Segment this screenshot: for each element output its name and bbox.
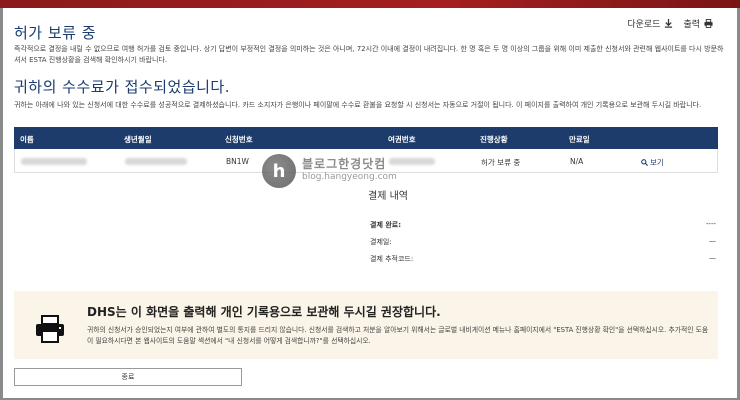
payment-row: 결제 추적코드: — bbox=[370, 254, 716, 264]
blog-watermark: h 블로그한경닷컴 blog.hangyeong.com bbox=[262, 154, 397, 188]
print-button[interactable]: 출력 bbox=[683, 17, 713, 30]
page-actions: 다운로드 출력 bbox=[627, 17, 713, 30]
col-passport: 여권번호 bbox=[388, 135, 416, 144]
col-status: 진행상황 bbox=[480, 135, 508, 144]
payment-row-value: ---- bbox=[705, 220, 716, 228]
print-icon bbox=[704, 19, 713, 28]
download-icon bbox=[665, 19, 673, 28]
search-icon bbox=[641, 159, 648, 166]
payment-row: 결제일: — bbox=[370, 237, 716, 247]
fee-notice: 귀하는 아래에 나와 있는 신청서에 대한 수수료를 성공적으로 결제하셨습니다… bbox=[14, 101, 702, 109]
cell-expiry: N/A bbox=[570, 157, 584, 166]
download-label: 다운로드 bbox=[627, 20, 661, 30]
watermark-logo: h bbox=[262, 154, 296, 188]
payment-details-title: 결제 내역 bbox=[368, 191, 408, 202]
dhs-text: 귀하의 신청서가 승인되었는지 여부에 관하여 별도의 통지를 드리지 않습니다… bbox=[87, 326, 709, 345]
table-header: 이름 생년월일 신청번호 여권번호 진행상황 만료일 bbox=[14, 127, 718, 149]
payment-row-value: — bbox=[709, 254, 716, 262]
printer-icon bbox=[36, 315, 64, 343]
download-button[interactable]: 다운로드 bbox=[627, 17, 673, 30]
page-title: 허가 보류 중 bbox=[14, 24, 97, 42]
view-label: 보기 bbox=[650, 158, 664, 167]
dhs-title: DHS는 이 화면을 출력해 개인 기록용으로 보관해 두시길 권장합니다. bbox=[87, 305, 441, 319]
close-button[interactable]: 종료 bbox=[14, 368, 242, 386]
fee-received-title: 귀하의 수수료가 접수되었습니다. bbox=[14, 78, 231, 96]
col-name: 이름 bbox=[20, 135, 34, 144]
payment-row-label: 결제 추적코드: bbox=[370, 255, 414, 263]
cell-app-no: BN1W bbox=[226, 157, 249, 166]
page-container: 다운로드 출력 허가 보류 중 즉각적으로 결정을 내릴 수 없으므로 여행 허… bbox=[3, 8, 737, 398]
dhs-notice-box: DHS는 이 화면을 출력해 개인 기록용으로 보관해 두시길 권장합니다. 귀… bbox=[14, 291, 718, 359]
payment-row-label: 결제일: bbox=[370, 238, 392, 246]
col-app-no: 신청번호 bbox=[225, 135, 253, 144]
col-dob: 생년월일 bbox=[124, 135, 152, 144]
cell-status: 허가 보류 중 bbox=[481, 158, 521, 167]
view-link[interactable]: 보기 bbox=[641, 157, 664, 168]
col-expiry: 만료일 bbox=[569, 135, 590, 144]
redacted-dob bbox=[125, 158, 187, 165]
redacted-name bbox=[21, 158, 87, 165]
payment-row-value: — bbox=[709, 237, 716, 245]
top-accent-bar bbox=[0, 0, 740, 8]
watermark-title: 블로그한경닷컴 bbox=[302, 157, 387, 171]
pending-notice: 즉각적으로 결정을 내릴 수 없으므로 여행 허가를 검토 중입니다. 상기 답… bbox=[14, 45, 724, 64]
payment-row: 결제 완료: ---- bbox=[370, 220, 716, 230]
payment-row-label: 결제 완료: bbox=[370, 221, 401, 229]
print-label: 출력 bbox=[683, 20, 700, 30]
watermark-url: blog.hangyeong.com bbox=[302, 172, 397, 182]
